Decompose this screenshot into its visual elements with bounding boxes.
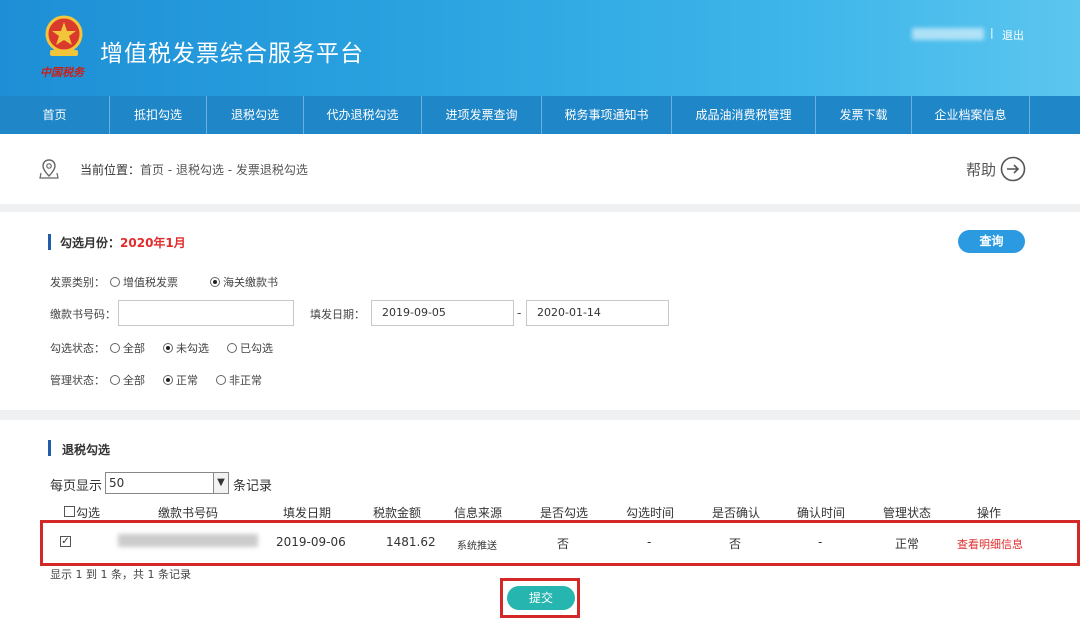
- radio-vat-invoice[interactable]: 增值税发票: [110, 274, 178, 290]
- col-header-payment-no: 缴款书号码: [158, 506, 219, 520]
- tax-emblem-icon: [45, 15, 83, 56]
- nav-item-oil-tax-management[interactable]: 成品油消费税管理: [672, 96, 816, 134]
- logout-link[interactable]: 退出: [1002, 27, 1024, 43]
- radio-unchecked[interactable]: 未勾选: [163, 340, 209, 356]
- nav-item-agent-refund-select[interactable]: 代办退税勾选: [304, 96, 422, 134]
- nav-item-home[interactable]: 首页: [0, 96, 110, 134]
- issue-date-label: 填发日期：: [310, 308, 365, 321]
- query-button[interactable]: 查询: [958, 230, 1025, 253]
- radio-circle: [227, 343, 237, 353]
- breadcrumb: 当前位置：首页 - 退税勾选 - 发票退税勾选: [80, 161, 308, 178]
- check-status-label: 勾选状态：: [50, 342, 105, 355]
- col-header-confirm-time: 确认时间: [797, 506, 846, 520]
- radio-label: 正常: [176, 374, 198, 387]
- check-month: 勾选月份：2020年1月: [60, 234, 186, 251]
- manage-status-label: 管理状态：: [50, 374, 105, 387]
- date-separator: -: [517, 306, 522, 320]
- main-nav: 首页 抵扣勾选 退税勾选 代办退税勾选 进项发票查询 税务事项通知书 成品油消费…: [0, 96, 1080, 134]
- radio-label: 增值税发票: [123, 276, 178, 289]
- table-section-title: 退税勾选: [62, 443, 111, 457]
- select-all-checkbox[interactable]: [64, 506, 75, 517]
- radio-label: 已勾选: [240, 342, 273, 355]
- radio-manage-all[interactable]: 全部: [110, 372, 145, 388]
- radio-circle: [163, 375, 173, 385]
- radio-customs-payment[interactable]: 海关缴款书: [210, 274, 278, 290]
- breadcrumb-label: 当前位置：: [80, 163, 141, 177]
- nav-item-tax-notice[interactable]: 税务事项通知书: [542, 96, 672, 134]
- help-button[interactable]: 帮助: [966, 156, 1026, 182]
- row-highlight-frame: [40, 520, 1080, 566]
- radio-circle: [163, 343, 173, 353]
- col-header-is-confirmed: 是否确认: [712, 506, 761, 520]
- col-header-tax-amount: 税款金额: [373, 506, 422, 520]
- col-header-check-time: 勾选时间: [626, 506, 675, 520]
- logo-text: 中国税务: [40, 66, 84, 79]
- radio-label: 全部: [123, 342, 145, 355]
- invoice-type-label: 发票类别：: [50, 276, 105, 289]
- radio-circle: [216, 375, 226, 385]
- nav-item-invoice-download[interactable]: 发票下载: [816, 96, 912, 134]
- per-page-select[interactable]: 50 ▼: [105, 472, 229, 494]
- radio-manage-abnormal[interactable]: 非正常: [216, 372, 262, 388]
- breadcrumb-panel: 当前位置：首页 - 退税勾选 - 发票退税勾选 帮助: [0, 134, 1080, 204]
- radio-circle: [110, 343, 120, 353]
- refund-table-panel: 退税勾选 每页显示 50 ▼ 条记录 勾选 缴款书号码 填发日期 税款金额 信息…: [0, 420, 1080, 622]
- location-pin-icon: [39, 159, 59, 179]
- radio-check-all[interactable]: 全部: [110, 340, 145, 356]
- section-bar: [48, 440, 51, 456]
- radio-label: 未勾选: [176, 342, 209, 355]
- filter-panel: 勾选月份：2020年1月 查询 发票类别： 增值税发票 海关缴款书 缴款书号码：…: [0, 212, 1080, 410]
- col-header-action: 操作: [977, 506, 1002, 520]
- breadcrumb-path[interactable]: 首页 - 退税勾选 - 发票退税勾选: [140, 163, 308, 177]
- col-header-select: 勾选: [76, 506, 101, 520]
- section-bar: [48, 234, 51, 250]
- col-header-info-source: 信息来源: [454, 506, 503, 520]
- nav-item-deduction-select[interactable]: 抵扣勾选: [110, 96, 207, 134]
- header-separator: |: [990, 26, 994, 39]
- help-label: 帮助: [966, 160, 997, 179]
- col-header-manage-status: 管理状态: [883, 506, 932, 520]
- radio-label: 非正常: [229, 374, 262, 387]
- arrow-right-circle-icon: [1000, 156, 1026, 182]
- payment-no-label: 缴款书号码：: [50, 308, 116, 321]
- radio-checked[interactable]: 已勾选: [227, 340, 273, 356]
- submit-button[interactable]: 提交: [507, 586, 575, 610]
- radio-manage-normal[interactable]: 正常: [163, 372, 198, 388]
- radio-circle: [110, 375, 120, 385]
- records-label: 条记录: [233, 479, 273, 494]
- check-month-value: 2020年1月: [120, 236, 186, 250]
- chevron-down-icon[interactable]: ▼: [213, 473, 228, 493]
- date-from-input[interactable]: 2019-09-05: [371, 300, 514, 326]
- col-header-issue-date: 填发日期: [283, 506, 332, 520]
- radio-label: 海关缴款书: [223, 276, 278, 289]
- username-blurred: [912, 28, 984, 40]
- col-header-is-checked: 是否勾选: [540, 506, 589, 520]
- app-title: 增值税发票综合服务平台: [100, 41, 364, 67]
- pagination-summary: 显示 1 到 1 条，共 1 条记录: [50, 568, 191, 581]
- radio-label: 全部: [123, 374, 145, 387]
- nav-item-refund-select[interactable]: 退税勾选: [207, 96, 304, 134]
- radio-circle: [110, 277, 120, 287]
- payment-no-input[interactable]: [118, 300, 294, 326]
- radio-circle: [210, 277, 220, 287]
- nav-item-input-invoice-query[interactable]: 进项发票查询: [422, 96, 542, 134]
- per-page-label: 每页显示: [50, 479, 103, 494]
- per-page-value: 50: [109, 476, 125, 490]
- nav-item-company-profile[interactable]: 企业档案信息: [912, 96, 1030, 134]
- date-to-input[interactable]: 2020-01-14: [526, 300, 669, 326]
- app-header: 中国税务 增值税发票综合服务平台 | 退出: [0, 0, 1080, 96]
- check-month-label: 勾选月份：: [60, 236, 121, 250]
